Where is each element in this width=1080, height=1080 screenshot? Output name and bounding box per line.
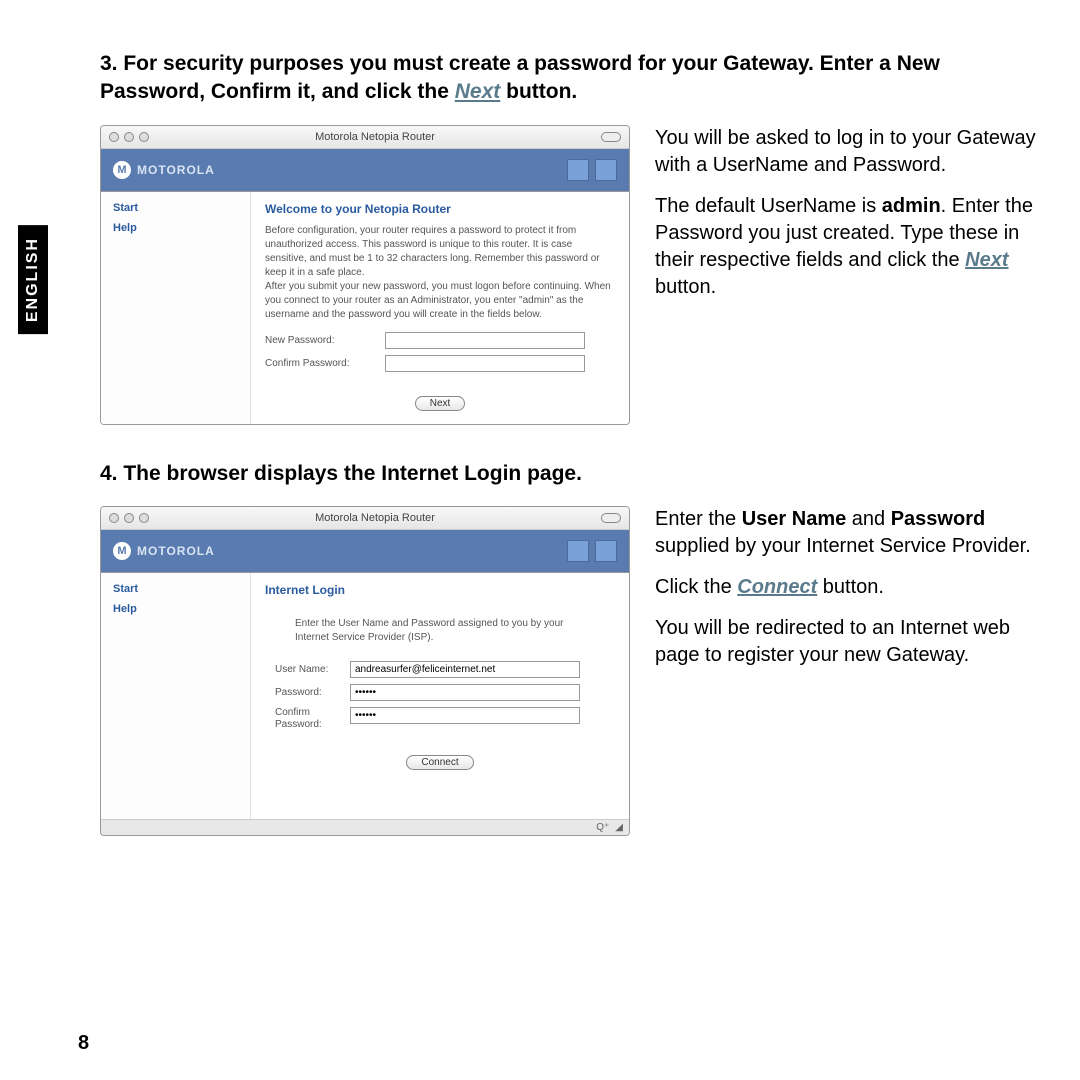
next-button[interactable]: Next <box>415 396 466 411</box>
router-sidebar: Start Help <box>101 192 251 425</box>
confirm-password-input[interactable] <box>350 707 580 724</box>
sidebar-item-start[interactable]: Start <box>113 202 238 214</box>
page-number: 8 <box>78 1032 89 1055</box>
screenshot-welcome: Motorola Netopia Router M MOTOROLA Start… <box>100 125 630 425</box>
new-password-label: New Password: <box>265 335 375 346</box>
brand-banner: M MOTOROLA <box>101 530 629 573</box>
resize-grip-icon: ◢ <box>615 822 623 833</box>
content-title: Welcome to your Netopia Router <box>265 202 615 216</box>
step4-description: Enter the User Name and Password supplie… <box>655 506 1040 836</box>
step3-p2: The default UserName is admin. Enter the… <box>655 193 1040 301</box>
banner-tile-icon <box>567 540 589 562</box>
banner-tile-icon <box>567 159 589 181</box>
step4-p1: Enter the User Name and Password supplie… <box>655 506 1040 560</box>
screenshot-login: Motorola Netopia Router M MOTOROLA Start… <box>100 506 630 836</box>
step3-p1: You will be asked to log in to your Gate… <box>655 125 1040 179</box>
brand-text: MOTOROLA <box>137 544 215 558</box>
username-input[interactable] <box>350 661 580 678</box>
step3-heading: 3. For security purposes you must create… <box>100 50 1040 107</box>
toolbar-pill-icon <box>601 513 621 523</box>
next-link: Next <box>965 249 1008 271</box>
admin-bold: admin <box>882 195 941 217</box>
traffic-light-icon <box>109 513 119 523</box>
step3-row: Motorola Netopia Router M MOTOROLA Start… <box>100 125 1040 425</box>
window-title: Motorola Netopia Router <box>154 512 596 524</box>
toolbar-pill-icon <box>601 132 621 142</box>
router-sidebar: Start Help <box>101 573 251 819</box>
next-link-inline: Next <box>455 80 501 103</box>
password-label: Password: <box>275 687 340 698</box>
confirm-password-label: Confirm Password: <box>265 358 375 369</box>
password-bold: Password <box>891 508 985 530</box>
confirm-password-input[interactable] <box>385 355 585 372</box>
search-icon: Q⁺ <box>596 822 609 833</box>
traffic-light-icon <box>139 132 149 142</box>
banner-tile-icon <box>595 159 617 181</box>
sidebar-item-help[interactable]: Help <box>113 603 238 615</box>
username-label: User Name: <box>275 664 340 675</box>
content-title: Internet Login <box>265 583 615 597</box>
step4-row: Motorola Netopia Router M MOTOROLA Start… <box>100 506 1040 836</box>
motorola-logo-icon: M <box>113 542 131 560</box>
status-bar: Q⁺ ◢ <box>101 819 629 835</box>
traffic-light-icon <box>109 132 119 142</box>
window-titlebar: Motorola Netopia Router <box>101 126 629 149</box>
password-input[interactable] <box>350 684 580 701</box>
router-content: Internet Login Enter the User Name and P… <box>251 573 629 819</box>
step3-description: You will be asked to log in to your Gate… <box>655 125 1040 425</box>
connect-link: Connect <box>737 576 817 598</box>
traffic-light-icon <box>124 513 134 523</box>
brand-banner: M MOTOROLA <box>101 149 629 192</box>
step4-heading: 4. The browser displays the Internet Log… <box>100 460 1040 488</box>
content-blurb: Enter the User Name and Password assigne… <box>295 617 575 645</box>
content-blurb: Before configuration, your router requir… <box>265 224 615 322</box>
confirm-password-label: Confirm Password: <box>275 707 340 731</box>
router-content: Welcome to your Netopia Router Before co… <box>251 192 629 425</box>
brand-text: MOTOROLA <box>137 163 215 177</box>
step3-heading-post: button. <box>500 80 577 103</box>
sidebar-item-help[interactable]: Help <box>113 222 238 234</box>
window-title: Motorola Netopia Router <box>154 131 596 143</box>
traffic-light-icon <box>139 513 149 523</box>
step4-p3: You will be redirected to an Internet we… <box>655 615 1040 669</box>
motorola-logo-icon: M <box>113 161 131 179</box>
username-bold: User Name <box>742 508 847 530</box>
connect-button[interactable]: Connect <box>406 755 473 770</box>
step4-p2: Click the Connect button. <box>655 574 1040 601</box>
sidebar-item-start[interactable]: Start <box>113 583 238 595</box>
banner-tile-icon <box>595 540 617 562</box>
language-tab: ENGLISH <box>18 225 48 334</box>
page-content: 3. For security purposes you must create… <box>0 0 1080 901</box>
window-titlebar: Motorola Netopia Router <box>101 507 629 530</box>
traffic-light-icon <box>124 132 134 142</box>
new-password-input[interactable] <box>385 332 585 349</box>
